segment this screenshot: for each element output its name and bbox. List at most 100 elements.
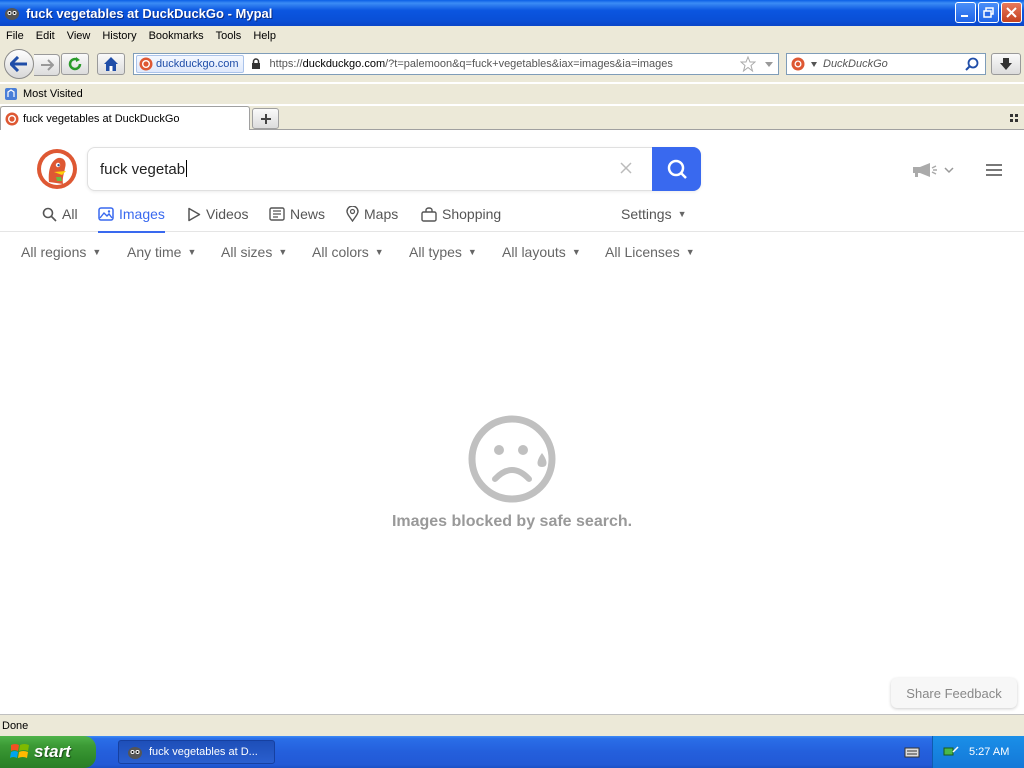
new-tab-button[interactable] [252, 108, 279, 129]
tab-images[interactable]: Images [98, 206, 165, 233]
close-button[interactable] [1001, 2, 1022, 23]
filter-layout[interactable]: All layouts ▼ [502, 244, 581, 260]
menu-file[interactable]: File [0, 30, 30, 42]
back-button[interactable] [4, 49, 34, 79]
chevron-down-icon: ▼ [278, 247, 288, 257]
sad-face-icon [468, 415, 556, 503]
tab-duckduckgo[interactable]: fuck vegetables at DuckDuckGo [0, 106, 250, 130]
start-button[interactable]: start [0, 736, 96, 768]
search-input[interactable]: fuck vegetab [100, 160, 187, 178]
status-bar: Done [0, 714, 1024, 736]
clock[interactable]: 5:27 AM [969, 746, 1009, 758]
menu-edit[interactable]: Edit [30, 30, 61, 42]
tab-images-label: Images [119, 206, 165, 222]
megaphone-icon [913, 163, 954, 177]
most-visited-icon [5, 88, 17, 100]
search-icon[interactable] [965, 57, 979, 71]
filter-license-label: All Licenses [605, 244, 680, 260]
taskbar-item-mypal[interactable]: fuck vegetables at D... [118, 740, 275, 764]
tab-videos[interactable]: Videos [187, 206, 249, 222]
tab-label: fuck vegetables at DuckDuckGo [23, 112, 180, 125]
tab-shopping-label: Shopping [442, 206, 502, 222]
chevron-down-icon: ▼ [685, 247, 695, 257]
system-tray: 5:27 AM [932, 736, 1024, 768]
page-content: fuck vegetab All Images Videos News Maps… [0, 130, 1024, 714]
tab-news[interactable]: News [269, 206, 325, 222]
filter-time[interactable]: Any time ▼ [127, 244, 196, 260]
safe-search-blocked-message: Images blocked by safe search. [391, 513, 633, 530]
downloads-button[interactable] [991, 53, 1021, 75]
restore-button[interactable] [978, 2, 999, 23]
clear-icon[interactable] [618, 160, 634, 176]
chevron-down-icon: ▼ [92, 247, 102, 257]
url-path: /?t=palemoon&q=fuck+vegetables&iax=image… [385, 58, 673, 70]
menu-view[interactable]: View [61, 30, 97, 42]
tab-videos-label: Videos [206, 206, 249, 222]
shopping-bag-icon [421, 206, 437, 222]
web-search-box[interactable]: DuckDuckGo [786, 53, 986, 75]
home-button[interactable] [97, 53, 125, 75]
share-feedback-button[interactable]: Share Feedback [891, 678, 1017, 708]
windows-taskbar: start fuck vegetables at D... 5:27 AM [0, 736, 1024, 768]
newspaper-icon [269, 207, 285, 221]
filter-size[interactable]: All sizes ▼ [221, 244, 287, 260]
tab-maps-label: Maps [364, 206, 399, 222]
filter-region[interactable]: All regions ▼ [21, 244, 101, 260]
tab-shopping[interactable]: Shopping [421, 206, 501, 222]
start-label: start [34, 742, 71, 761]
map-pin-icon [346, 206, 359, 222]
search-engine-icon[interactable] [791, 57, 807, 71]
taskbar-item-label: fuck vegetables at D... [149, 746, 258, 758]
filter-type-label: All types [409, 244, 462, 260]
menu-tools[interactable]: Tools [210, 30, 248, 42]
most-visited-label: Most Visited [23, 88, 83, 100]
window-titlebar[interactable]: fuck vegetables at DuckDuckGo - Mypal [0, 0, 1024, 26]
filter-size-label: All sizes [221, 244, 273, 260]
announcements-button[interactable] [912, 162, 956, 181]
forward-button[interactable] [34, 54, 60, 76]
chevron-down-icon: ▼ [677, 209, 687, 219]
duckduckgo-logo[interactable] [36, 148, 78, 190]
chevron-down-icon: ▼ [187, 247, 197, 257]
identity-domain: duckduckgo.com [156, 58, 239, 70]
url-bar[interactable]: duckduckgo.com https://duckduckgo.com/?t… [133, 53, 779, 75]
hamburger-icon [986, 164, 1002, 176]
url-dropdown-icon[interactable] [764, 61, 774, 69]
menu-help[interactable]: Help [247, 30, 282, 42]
settings-label: Settings [621, 206, 672, 222]
bookmark-star-icon[interactable] [740, 56, 756, 72]
search-box[interactable]: fuck vegetab [87, 147, 701, 191]
url-text[interactable]: https://duckduckgo.com/?t=palemoon&q=fuc… [270, 58, 673, 70]
filter-layout-label: All layouts [502, 244, 566, 260]
reload-icon [68, 57, 82, 71]
search-type-tabs: All Images Videos News Maps Shopping Set… [0, 202, 1024, 233]
keyboard-icon[interactable] [904, 745, 920, 759]
chevron-down-icon: ▼ [467, 247, 477, 257]
tab-all[interactable]: All [42, 206, 78, 222]
filter-type[interactable]: All types ▼ [409, 244, 477, 260]
search-icon [42, 207, 57, 222]
filter-bar: All regions ▼ Any time ▼ All sizes ▼ All co… [0, 242, 1024, 264]
tab-list-icon[interactable] [1009, 113, 1019, 123]
play-icon [188, 207, 201, 221]
chevron-down-icon: ▼ [571, 247, 581, 257]
site-identity-button[interactable]: duckduckgo.com [136, 55, 244, 73]
filter-license[interactable]: All Licenses ▼ [605, 244, 695, 260]
most-visited-bookmark[interactable]: Most Visited [4, 87, 83, 101]
menu-history[interactable]: History [96, 30, 142, 42]
search-icon [667, 159, 687, 179]
reload-button[interactable] [61, 53, 89, 75]
filter-time-label: Any time [127, 244, 182, 260]
settings-dropdown[interactable]: Settings ▼ [621, 206, 687, 222]
home-icon [104, 57, 118, 71]
menu-bookmarks[interactable]: Bookmarks [143, 30, 210, 42]
filter-color[interactable]: All colors ▼ [312, 244, 384, 260]
url-prefix: https:// [269, 58, 303, 70]
tab-maps[interactable]: Maps [346, 206, 398, 222]
minimize-button[interactable] [955, 2, 976, 23]
network-icon[interactable] [943, 744, 959, 760]
image-icon [98, 207, 114, 221]
search-submit-button[interactable] [652, 147, 701, 191]
menu-bar: File Edit View History Bookmarks Tools H… [0, 26, 1024, 46]
menu-hamburger-button[interactable] [985, 163, 1003, 180]
